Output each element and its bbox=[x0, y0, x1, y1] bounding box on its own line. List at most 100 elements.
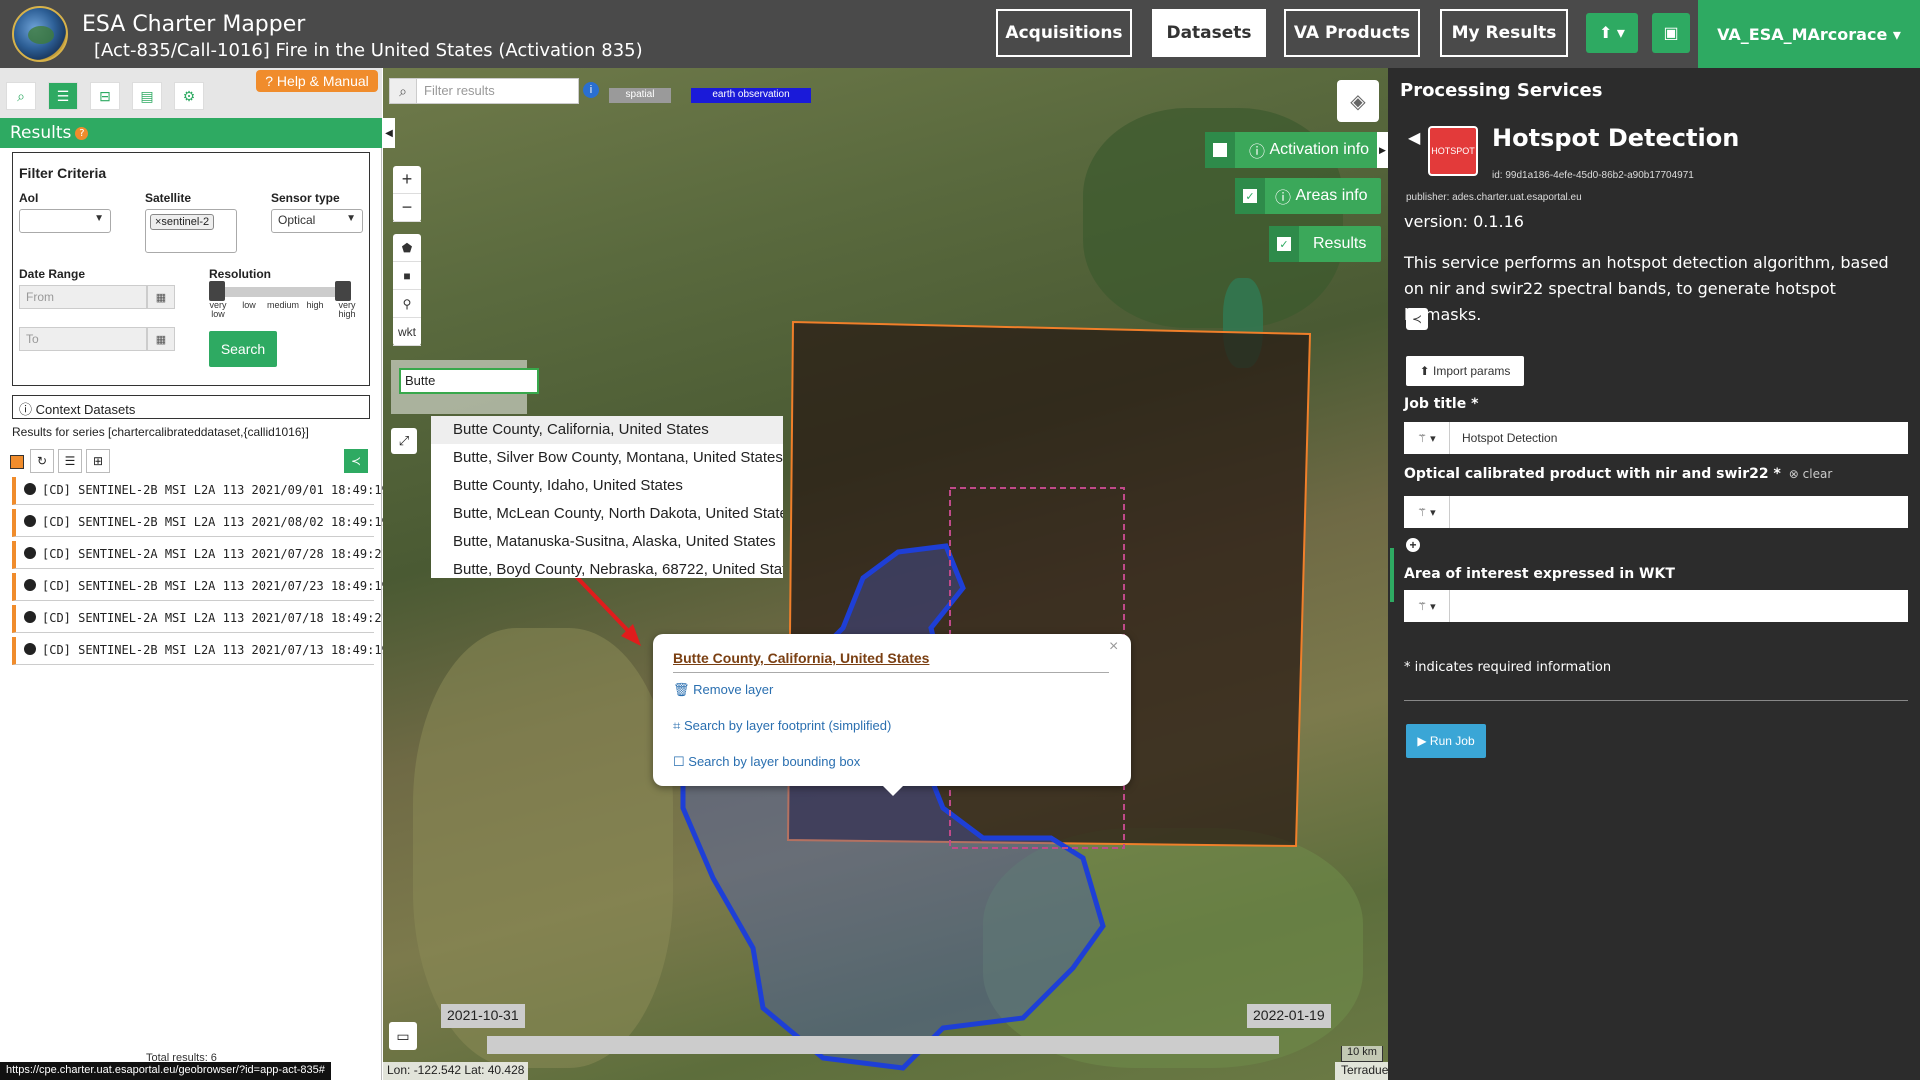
upload-dropdown-button[interactable]: ⬆ ▾ bbox=[1586, 13, 1638, 53]
resolution-max-handle[interactable] bbox=[335, 281, 351, 301]
nav-my-results[interactable]: My Results bbox=[1440, 9, 1568, 57]
suggestion-item[interactable]: Butte, Matanuska-Susitna, Alaska, United… bbox=[431, 528, 783, 556]
refresh-icon: ↻ bbox=[36, 454, 48, 468]
share-service-button[interactable]: ≺ bbox=[1406, 308, 1428, 330]
optical-product-field[interactable]: ⚚ ▾ bbox=[1404, 496, 1908, 528]
results-tab[interactable]: ☰ bbox=[48, 82, 78, 110]
share-button[interactable]: ≺ bbox=[344, 449, 368, 473]
result-item[interactable]: [CD] SENTINEL-2A MSI L2A 113 2021/07/18 … bbox=[12, 605, 389, 633]
suggestion-item[interactable]: Butte, Silver Bow County, Montana, Unite… bbox=[431, 444, 783, 472]
add-to-basket-button[interactable]: ⊞ bbox=[86, 449, 110, 473]
draw-polygon-button[interactable]: ⬟ bbox=[393, 234, 421, 262]
search-button[interactable]: Search bbox=[209, 331, 277, 367]
add-input-button[interactable]: + bbox=[1406, 538, 1420, 552]
results-header: Results? bbox=[0, 118, 382, 148]
expand-toggles-button[interactable]: ▶ bbox=[1377, 132, 1388, 168]
aoi-select[interactable]: ▼ bbox=[19, 209, 111, 233]
map-view[interactable]: ◀ Filter results ⌕ i spatial earth obser… bbox=[383, 68, 1388, 1080]
service-publisher: publisher: ades.charter.uat.esaportal.eu bbox=[1406, 192, 1582, 203]
suggestion-item[interactable]: Butte County, Idaho, United States bbox=[431, 472, 783, 500]
popup-title[interactable]: Butte County, California, United States bbox=[673, 650, 929, 666]
refresh-button[interactable]: ↻ bbox=[30, 449, 54, 473]
import-params-button[interactable]: ⬆ Import params bbox=[1406, 356, 1524, 386]
wand-dropdown[interactable]: ⚚ ▾ bbox=[1404, 496, 1450, 528]
checkbox-unchecked[interactable] bbox=[1213, 143, 1227, 157]
run-job-button[interactable]: ▶ Run Job bbox=[1406, 724, 1486, 758]
job-title-field[interactable]: ⚚ ▾ Hotspot Detection bbox=[1404, 422, 1908, 454]
map-attribution[interactable]: Terradue bbox=[1335, 1062, 1388, 1080]
date-from-input[interactable]: From bbox=[19, 285, 147, 309]
tag-earth-observation[interactable]: earth observation bbox=[691, 88, 811, 103]
suggestion-item[interactable]: Butte County, California, United States bbox=[431, 416, 783, 444]
draw-wkt-button[interactable]: wkt bbox=[393, 318, 421, 346]
draw-point-button[interactable]: ⚲ bbox=[393, 290, 421, 318]
list-icon: ☰ bbox=[64, 454, 76, 468]
zoom-control: + − bbox=[393, 166, 421, 222]
activation-info-toggle[interactable]: ⓘ Activation info bbox=[1205, 132, 1381, 168]
app-header: ESA Charter Mapper [Act-835/Call-1016] F… bbox=[0, 0, 1920, 68]
zoom-out-button[interactable]: − bbox=[393, 194, 421, 222]
areas-info-toggle[interactable]: ✓ ⓘ Areas info bbox=[1235, 178, 1381, 214]
aoi-wkt-field[interactable]: ⚚ ▾ bbox=[1404, 590, 1908, 622]
wand-dropdown[interactable]: ⚚ ▾ bbox=[1404, 590, 1450, 622]
check-icon[interactable]: ✓ bbox=[1243, 189, 1257, 203]
results-toggle[interactable]: ✓ Results bbox=[1269, 226, 1381, 262]
zoom-in-button[interactable]: + bbox=[393, 166, 421, 194]
basket-tab[interactable]: ⊟ bbox=[90, 82, 120, 110]
layer-popup: Butte County, California, United States … bbox=[653, 634, 1131, 796]
expand-icon: ⤢ bbox=[398, 433, 410, 448]
briefcase-button[interactable]: ▣ bbox=[1652, 13, 1690, 53]
settings-tab[interactable]: ⚙ bbox=[174, 82, 204, 110]
info-icon: ⓘ bbox=[19, 402, 36, 417]
help-manual-button[interactable]: ? Help & Manual bbox=[256, 70, 378, 92]
nav-acquisitions[interactable]: Acquisitions bbox=[996, 9, 1132, 57]
satellite-chip[interactable]: ×sentinel-2 bbox=[150, 214, 215, 230]
timeline-slider[interactable] bbox=[487, 1036, 1279, 1054]
results-toolbar: ↻ ☰ ⊞ ≺ bbox=[10, 449, 372, 475]
back-button[interactable]: ◀ bbox=[1408, 128, 1420, 148]
divider bbox=[1404, 700, 1908, 701]
user-menu[interactable]: VA_ESA_MArcorace ▾ bbox=[1698, 0, 1920, 68]
result-item[interactable]: [CD] SENTINEL-2B MSI L2A 113 2021/07/23 … bbox=[12, 573, 389, 601]
nav-datasets[interactable]: Datasets bbox=[1152, 9, 1266, 57]
suggestion-item[interactable]: Butte, Boyd County, Nebraska, 68722, Uni… bbox=[431, 556, 783, 578]
list-view-button[interactable]: ☰ bbox=[58, 449, 82, 473]
select-all-checkbox[interactable] bbox=[10, 455, 24, 469]
result-item[interactable]: [CD] SENTINEL-2B MSI L2A 113 2021/08/02 … bbox=[12, 509, 389, 537]
satellite-select[interactable]: ×sentinel-2 bbox=[145, 209, 237, 253]
suggestion-item[interactable]: Butte, McLean County, North Dakota, Unit… bbox=[431, 500, 783, 528]
search-icon: ⌕ bbox=[17, 87, 25, 104]
remove-layer-link[interactable]: 🗑 Remove layer bbox=[673, 682, 773, 698]
nav-va-products[interactable]: VA Products bbox=[1284, 9, 1420, 57]
info-icon[interactable]: i bbox=[583, 82, 599, 98]
close-icon[interactable]: × bbox=[1109, 638, 1118, 656]
date-to-input[interactable]: To bbox=[19, 327, 147, 351]
tag-spatial[interactable]: spatial bbox=[609, 88, 671, 103]
help-icon: ? bbox=[265, 73, 277, 89]
result-item[interactable]: [CD] SENTINEL-2B MSI L2A 113 2021/07/13 … bbox=[12, 637, 389, 665]
search-tab[interactable]: ⌕ bbox=[6, 82, 36, 110]
info-icon[interactable]: ? bbox=[75, 126, 89, 140]
draw-rectangle-button[interactable]: ■ bbox=[393, 262, 421, 290]
layers-tab[interactable]: ▤ bbox=[132, 82, 162, 110]
timeline-toggle-button[interactable]: ▭ bbox=[389, 1022, 417, 1050]
geocoder-input[interactable]: Butte bbox=[399, 368, 539, 394]
context-datasets-header[interactable]: ⓘ Context Datasets bbox=[12, 395, 370, 419]
result-item[interactable]: [CD] SENTINEL-2B MSI L2A 113 2021/09/01 … bbox=[12, 477, 389, 505]
search-bbox-link[interactable]: ☐ Search by layer bounding box bbox=[673, 754, 860, 770]
result-item[interactable]: [CD] SENTINEL-2A MSI L2A 113 2021/07/28 … bbox=[12, 541, 389, 569]
check-icon[interactable]: ✓ bbox=[1277, 237, 1291, 251]
layers-button[interactable]: ◈ bbox=[1337, 80, 1379, 122]
resolution-min-handle[interactable] bbox=[209, 281, 225, 301]
wand-dropdown[interactable]: ⚚ ▾ bbox=[1404, 422, 1450, 454]
resolution-slider[interactable] bbox=[209, 287, 349, 297]
fullscreen-button[interactable]: ⤢ bbox=[391, 428, 417, 454]
sensor-type-select[interactable]: Optical ▼ bbox=[271, 209, 363, 233]
collapse-left-panel[interactable]: ◀ bbox=[383, 118, 395, 148]
calendar-to-button[interactable]: ▦ bbox=[147, 327, 175, 351]
globe-icon bbox=[24, 579, 36, 591]
search-footprint-link[interactable]: ⌗ Search by layer footprint (simplified) bbox=[673, 718, 891, 734]
calendar-from-button[interactable]: ▦ bbox=[147, 285, 175, 309]
clear-button[interactable]: ⊗ clear bbox=[1789, 467, 1832, 481]
filter-results-input[interactable]: Filter results bbox=[389, 78, 579, 104]
